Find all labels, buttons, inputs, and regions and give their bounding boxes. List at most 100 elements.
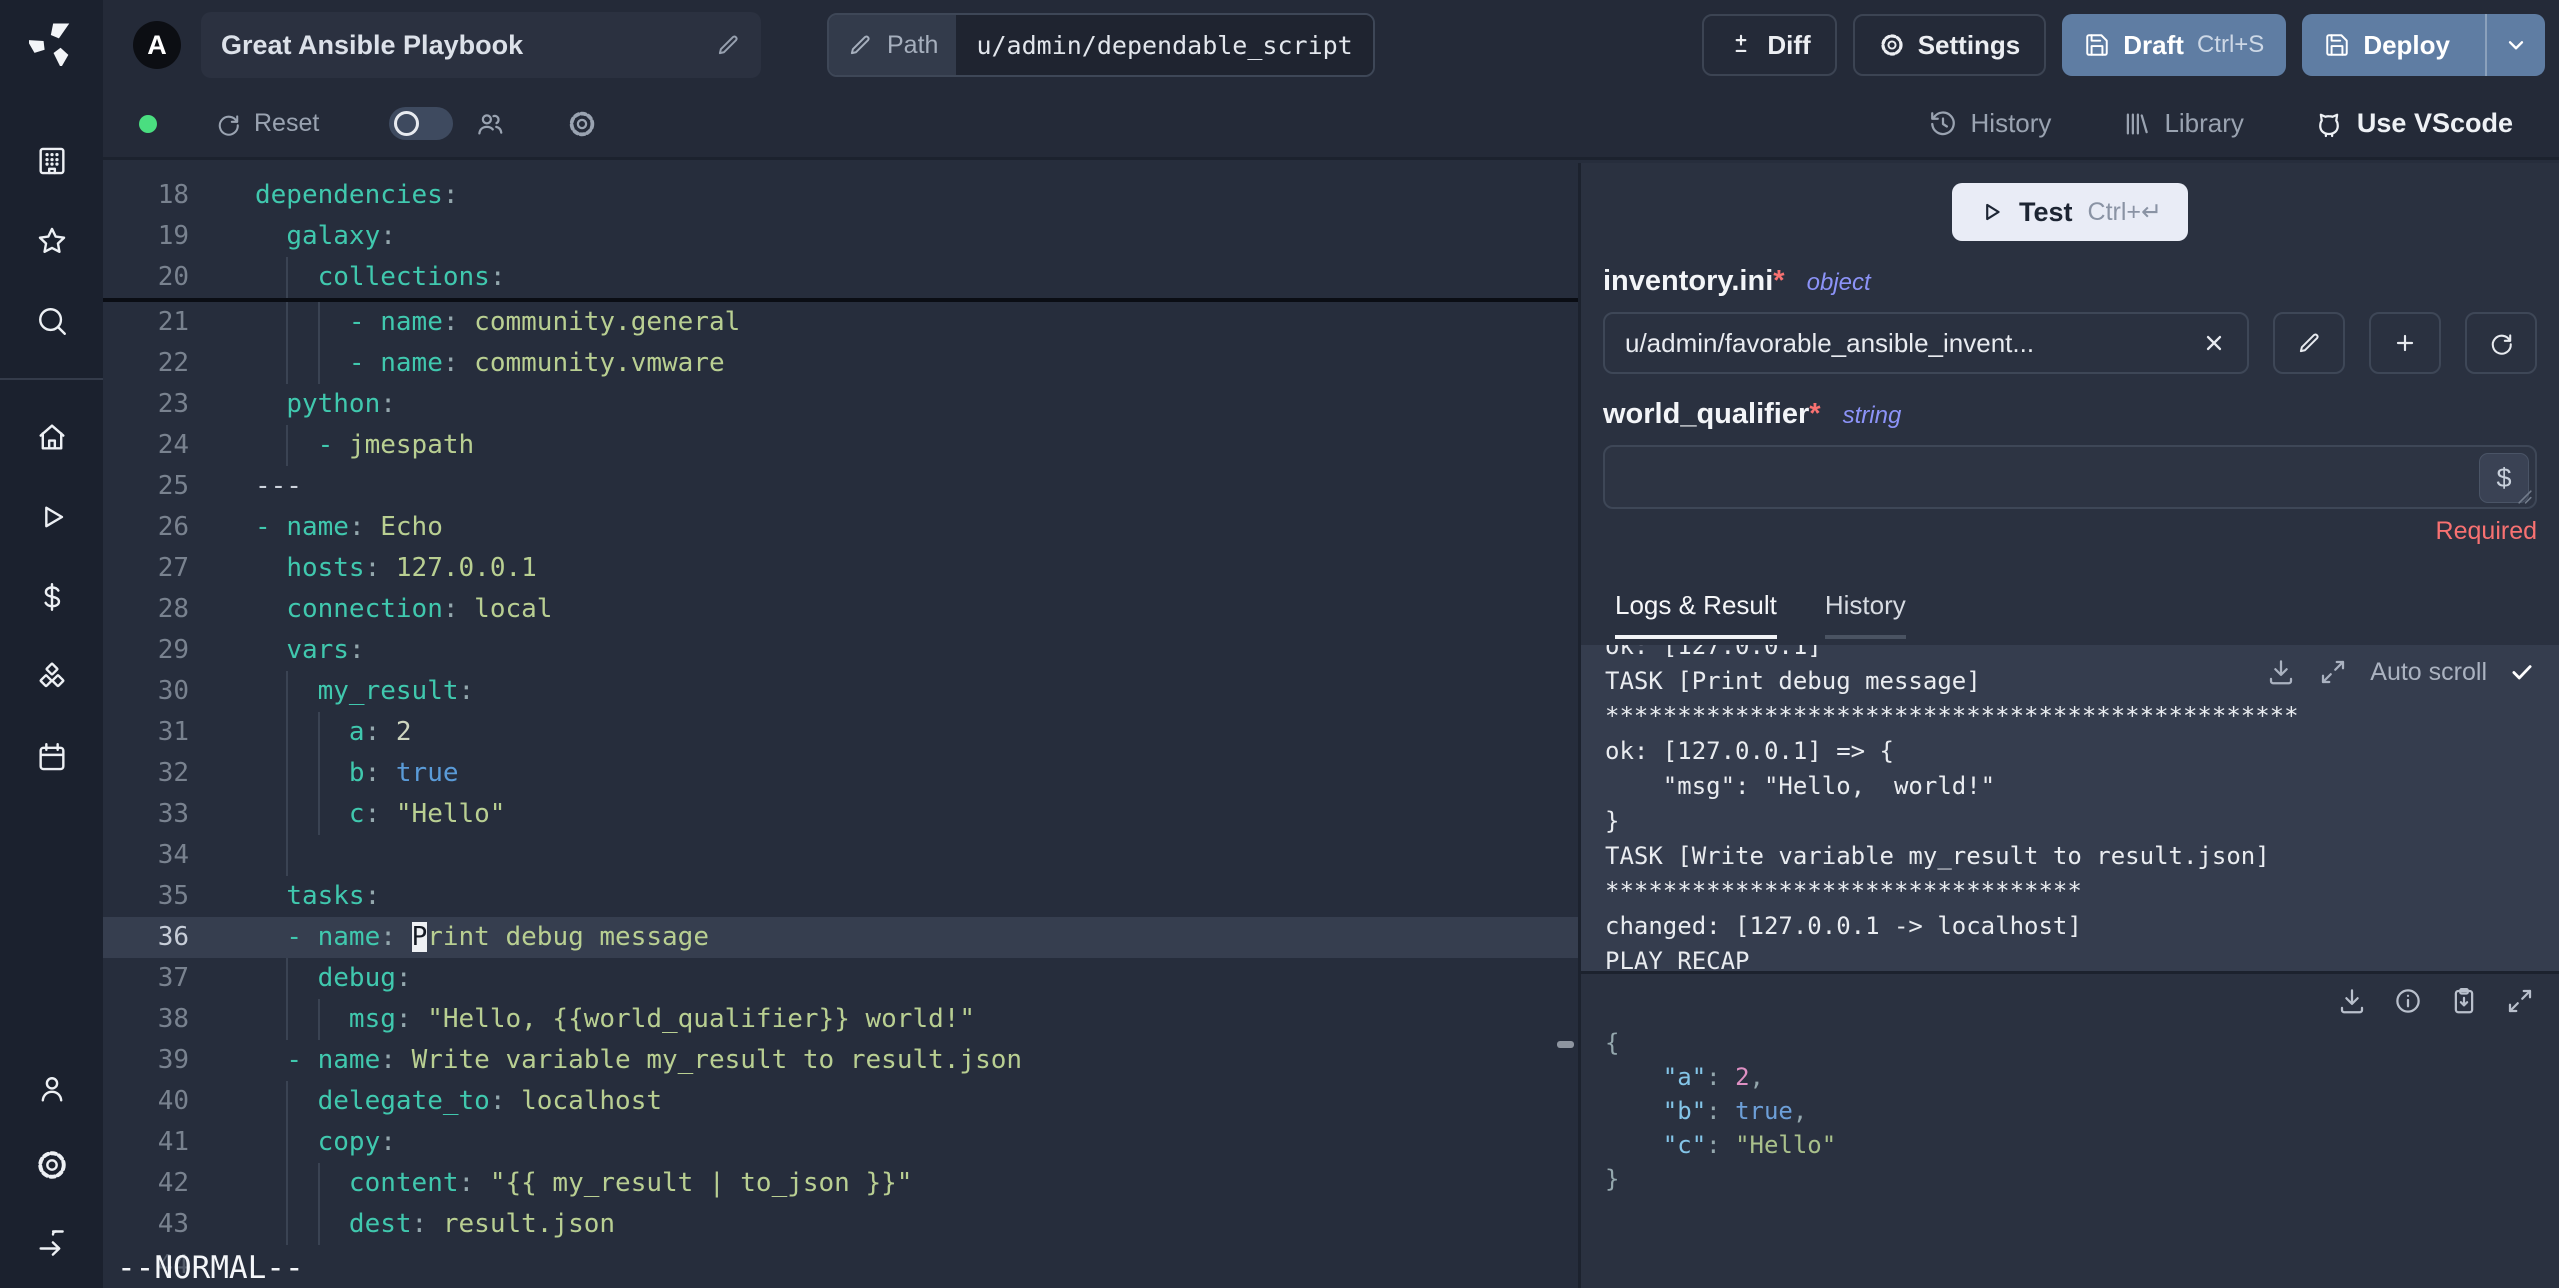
star-icon — [35, 224, 69, 258]
result-json: { "a": 2, "b": true, "c": "Hello"} — [1605, 1026, 2535, 1196]
history-button[interactable]: History — [1928, 108, 2051, 139]
users-icon[interactable] — [475, 109, 505, 139]
code-line-44[interactable]: 44 — [103, 1245, 1578, 1286]
resize-handle-icon[interactable] — [2518, 490, 2532, 504]
add-resource-button[interactable] — [2369, 312, 2441, 374]
code-line-39[interactable]: 39 - name: Write variable my_result to r… — [103, 1040, 1578, 1081]
result-toolbar — [1605, 986, 2535, 1016]
code-line-37[interactable]: 37 debug: — [103, 958, 1578, 999]
code-line-26[interactable]: 26- name: Echo — [103, 507, 1578, 548]
tab-logs-result[interactable]: Logs & Result — [1615, 590, 1777, 639]
inventory-resource-input[interactable]: u/admin/favorable_ansible_invent... — [1603, 312, 2249, 374]
clipboard-icon[interactable] — [2449, 986, 2479, 1016]
use-vscode-button[interactable]: Use VScode — [2314, 108, 2513, 139]
code-line-42[interactable]: 42 content: "{{ my_result | to_json }}" — [103, 1163, 1578, 1204]
gear-icon[interactable] — [567, 109, 597, 139]
code-line-32[interactable]: 32 b: true — [103, 753, 1578, 794]
reset-button[interactable]: Reset — [215, 109, 319, 138]
gear-icon — [1879, 32, 1905, 58]
code-line-28[interactable]: 28 connection: local — [103, 589, 1578, 630]
sidebar-item-account[interactable] — [35, 1072, 69, 1106]
sidebar-item-workspace[interactable] — [35, 144, 69, 178]
result-json-line: "b": true, — [1662, 1097, 1808, 1125]
sidebar-item-logout[interactable] — [35, 1224, 69, 1258]
code-line-21[interactable]: 21 - name: community.general — [103, 302, 1578, 343]
code-line-25[interactable]: 25 --- — [103, 466, 1578, 507]
line-number: 36 — [157, 922, 189, 952]
download-icon[interactable] — [2337, 986, 2367, 1016]
code-line-20[interactable]: 20 collections: — [103, 257, 1578, 298]
field-inventory: inventory.ini* object u/admin/favorable_… — [1581, 265, 2559, 374]
expand-icon[interactable] — [2318, 657, 2348, 687]
indent-guide — [286, 425, 289, 466]
log-panel[interactable]: ok: [127.0.0.1] TASK [Print debug message… — [1581, 645, 2559, 971]
draft-button[interactable]: Draft Ctrl+S — [2062, 14, 2287, 76]
line-number: 43 — [157, 1209, 189, 1239]
sidebar-item-schedules[interactable] — [35, 740, 69, 774]
code-line-18[interactable]: 18 dependencies: — [103, 175, 1578, 216]
edit-resource-button[interactable] — [2273, 312, 2345, 374]
code-line-29[interactable]: 29 vars: — [103, 630, 1578, 671]
code-line-27[interactable]: 27 hosts: 127.0.0.1 — [103, 548, 1578, 589]
library-button[interactable]: Library — [2121, 108, 2244, 139]
log-controls: Auto scroll — [2266, 657, 2535, 687]
sidebar-item-variables[interactable] — [35, 580, 69, 614]
code-line-30[interactable]: 30 my_result: — [103, 671, 1578, 712]
code-line-19[interactable]: 19 galaxy: — [103, 216, 1578, 257]
indent-guide — [317, 343, 320, 384]
deploy-button[interactable]: Deploy — [2302, 14, 2545, 76]
code-line-41[interactable]: 41 copy: — [103, 1122, 1578, 1163]
diff-mode-toggle[interactable] — [389, 107, 454, 140]
sidebar-item-settings[interactable] — [35, 1148, 69, 1182]
sidebar-item-resources[interactable] — [35, 660, 69, 694]
deploy-dropdown-toggle[interactable] — [2485, 14, 2545, 76]
autoscroll-label[interactable]: Auto scroll — [2370, 658, 2487, 687]
tab-history[interactable]: History — [1824, 590, 1906, 639]
refresh-resource-button[interactable] — [2465, 312, 2537, 374]
save-icon — [2324, 32, 2350, 58]
code-line-22[interactable]: 22 - name: community.vmware — [103, 343, 1578, 384]
sidebar-item-favorites[interactable] — [35, 224, 69, 258]
code-line-31[interactable]: 31 a: 2 — [103, 712, 1578, 753]
download-icon[interactable] — [2266, 657, 2296, 687]
code-line-43[interactable]: 43 dest: result.json — [103, 1204, 1578, 1245]
deploy-main[interactable]: Deploy — [2302, 14, 2472, 76]
edit-title-pencil-icon[interactable] — [715, 32, 741, 58]
line-number: 31 — [157, 717, 189, 747]
code-line-36[interactable]: 36 - name: Print debug message — [103, 917, 1578, 958]
diff-button[interactable]: Diff — [1702, 14, 1837, 76]
library-icon — [2121, 109, 2151, 139]
code-line-33[interactable]: 33 c: "Hello" — [103, 794, 1578, 835]
code-line-23[interactable]: 23 python: — [103, 384, 1578, 425]
world-qualifier-input[interactable]: $ — [1603, 445, 2537, 509]
line-number: 40 — [157, 1086, 189, 1116]
path-value: u/admin/dependable_script — [956, 15, 1373, 75]
code-line-34[interactable]: 34 — [103, 835, 1578, 876]
check-icon[interactable] — [2509, 659, 2535, 685]
sidebar-item-home[interactable] — [35, 420, 69, 454]
info-icon[interactable] — [2393, 986, 2423, 1016]
expand-icon[interactable] — [2505, 986, 2535, 1016]
code-line-35[interactable]: 35 tasks: — [103, 876, 1578, 917]
script-title-input[interactable]: Great Ansible Playbook — [201, 12, 761, 78]
code-line-38[interactable]: 38 msg: "Hello, {{world_qualifier}} worl… — [103, 999, 1578, 1040]
test-button[interactable]: Test Ctrl+↵ — [1952, 183, 2188, 241]
path-widget[interactable]: Path u/admin/dependable_script — [827, 13, 1375, 77]
code-editor[interactable]: 18 dependencies: 19 galaxy: 20 collections:… — [103, 163, 1578, 1288]
search-icon — [35, 304, 69, 338]
indent-guide — [317, 753, 320, 794]
deploy-label: Deploy — [2363, 29, 2450, 60]
use-vscode-label: Use VScode — [2356, 108, 2513, 138]
inventory-field-name: inventory.ini — [1603, 265, 1774, 297]
editor-scrollbar-marker[interactable] — [1557, 1041, 1574, 1048]
sidebar-item-runs[interactable] — [35, 500, 69, 534]
result-tabs: Logs & Result History — [1581, 590, 2559, 639]
close-icon[interactable] — [2201, 330, 2227, 356]
code-line-40[interactable]: 40 delegate_to: localhost — [103, 1081, 1578, 1122]
settings-button[interactable]: Settings — [1852, 14, 2047, 76]
required-asterisk: * — [1809, 398, 1821, 430]
sidebar-item-search[interactable] — [35, 304, 69, 338]
line-number: 21 — [157, 307, 189, 337]
code-line-24[interactable]: 24 - jmespath — [103, 425, 1578, 466]
windmill-logo-icon[interactable] — [28, 20, 75, 66]
